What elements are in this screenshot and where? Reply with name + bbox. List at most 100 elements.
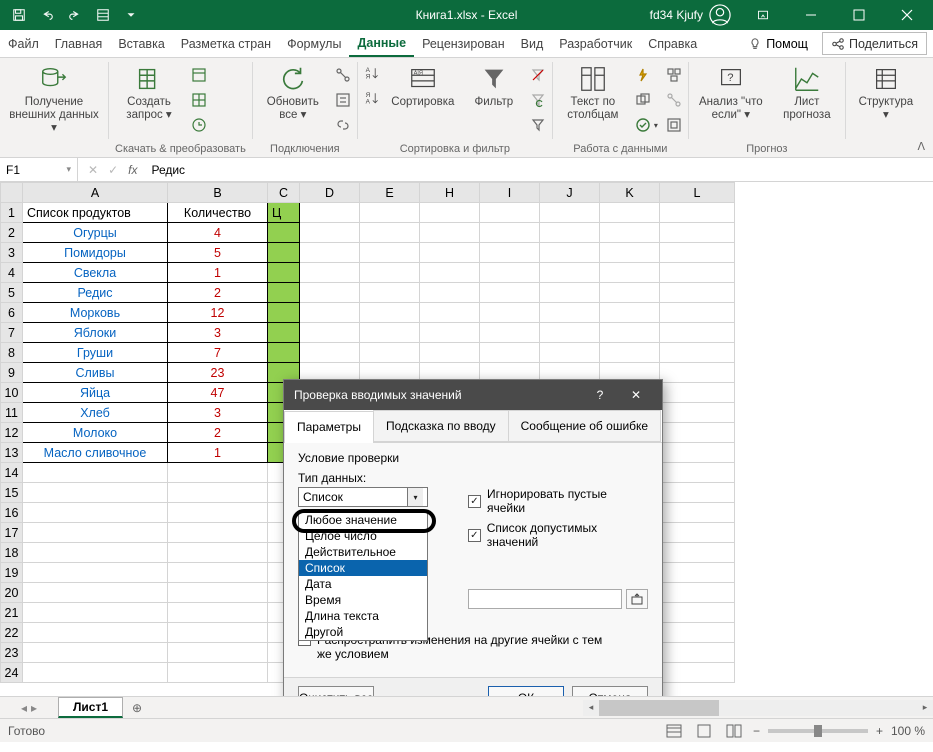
cell[interactable]: 23 — [168, 363, 268, 383]
cell[interactable]: Яблоки — [23, 323, 168, 343]
add-sheet-button[interactable]: ⊕ — [123, 701, 151, 715]
column-header[interactable]: I — [480, 183, 540, 203]
cell[interactable]: Ц — [268, 203, 300, 223]
column-header[interactable]: E — [360, 183, 420, 203]
cell[interactable] — [23, 563, 168, 583]
cell[interactable] — [480, 243, 540, 263]
row-header[interactable]: 20 — [1, 583, 23, 603]
row-header[interactable]: 21 — [1, 603, 23, 623]
recent-sources-button[interactable] — [191, 114, 207, 136]
tab-page-layout[interactable]: Разметка стран — [173, 30, 279, 57]
cancel-formula-icon[interactable]: ✕ — [88, 163, 98, 177]
horizontal-scrollbar[interactable]: ◂▸ — [583, 700, 933, 716]
cell[interactable] — [420, 323, 480, 343]
cell[interactable] — [660, 243, 735, 263]
column-header[interactable]: A — [23, 183, 168, 203]
page-layout-view-button[interactable] — [693, 722, 715, 740]
row-header[interactable]: 10 — [1, 383, 23, 403]
cell[interactable]: Свекла — [23, 263, 168, 283]
cell[interactable] — [660, 283, 735, 303]
cell[interactable] — [480, 223, 540, 243]
row-header[interactable]: 18 — [1, 543, 23, 563]
cell[interactable] — [540, 303, 600, 323]
cell[interactable] — [168, 643, 268, 663]
cell[interactable] — [300, 323, 360, 343]
row-header[interactable]: 6 — [1, 303, 23, 323]
clear-filter-button[interactable] — [530, 64, 546, 86]
cell[interactable] — [600, 223, 660, 243]
cell[interactable] — [168, 523, 268, 543]
cell[interactable] — [660, 543, 735, 563]
properties-button[interactable] — [335, 89, 351, 111]
maximize-button[interactable] — [837, 0, 881, 30]
cell[interactable]: Масло сливочное — [23, 443, 168, 463]
ribbon-options-icon[interactable] — [741, 0, 785, 30]
cell[interactable] — [23, 623, 168, 643]
cell[interactable] — [23, 503, 168, 523]
cell[interactable] — [660, 663, 735, 683]
cell[interactable] — [480, 303, 540, 323]
consolidate-button[interactable] — [666, 64, 682, 86]
cell[interactable] — [600, 323, 660, 343]
cell[interactable] — [660, 503, 735, 523]
outline-button[interactable]: Структура ▾ — [852, 60, 920, 122]
cell[interactable] — [168, 663, 268, 683]
cell[interactable] — [168, 563, 268, 583]
cell[interactable] — [168, 603, 268, 623]
zoom-out-button[interactable]: − — [753, 724, 760, 738]
cell[interactable] — [420, 283, 480, 303]
cell[interactable] — [480, 203, 540, 223]
cell[interactable] — [300, 243, 360, 263]
cell[interactable] — [23, 523, 168, 543]
cell[interactable] — [600, 303, 660, 323]
cell[interactable] — [268, 283, 300, 303]
row-header[interactable]: 14 — [1, 463, 23, 483]
cell[interactable] — [420, 243, 480, 263]
cell[interactable] — [168, 543, 268, 563]
cell[interactable] — [600, 283, 660, 303]
undo-icon[interactable] — [34, 2, 60, 28]
row-header[interactable]: 19 — [1, 563, 23, 583]
dialog-tab-parameters[interactable]: Параметры — [284, 411, 374, 443]
cell[interactable]: 2 — [168, 283, 268, 303]
page-break-view-button[interactable] — [723, 722, 745, 740]
cell[interactable] — [420, 343, 480, 363]
relationships-button[interactable] — [666, 89, 682, 111]
tab-file[interactable]: Файл — [0, 30, 47, 57]
cell[interactable] — [660, 523, 735, 543]
cell[interactable]: 5 — [168, 243, 268, 263]
flash-fill-button[interactable] — [635, 64, 658, 86]
dropdown-option[interactable]: Любое значение — [299, 512, 427, 528]
cell[interactable] — [360, 243, 420, 263]
cell[interactable] — [268, 343, 300, 363]
cell[interactable] — [660, 463, 735, 483]
cell[interactable] — [540, 283, 600, 303]
cell[interactable] — [660, 443, 735, 463]
cell[interactable] — [360, 343, 420, 363]
cell[interactable] — [540, 223, 600, 243]
type-dropdown[interactable]: Любое значениеЦелое числоДействительноеС… — [298, 511, 428, 641]
tell-me[interactable]: Помощ — [740, 30, 816, 57]
cell[interactable] — [168, 463, 268, 483]
cell[interactable]: Сливы — [23, 363, 168, 383]
zoom-in-button[interactable]: + — [876, 724, 883, 738]
row-header[interactable]: 7 — [1, 323, 23, 343]
tab-home[interactable]: Главная — [47, 30, 111, 57]
cell[interactable] — [660, 603, 735, 623]
cell[interactable] — [420, 203, 480, 223]
dropdown-option[interactable]: Длина текста — [299, 608, 427, 624]
cell[interactable]: Морковь — [23, 303, 168, 323]
cell[interactable] — [23, 543, 168, 563]
cell[interactable] — [168, 583, 268, 603]
cell[interactable] — [660, 263, 735, 283]
cell[interactable] — [300, 203, 360, 223]
text-to-columns-button[interactable]: Текст по столбцам — [559, 60, 627, 122]
collapse-ribbon-icon[interactable]: ᐱ — [917, 140, 925, 153]
zoom-level[interactable]: 100 % — [891, 724, 925, 738]
cell[interactable] — [540, 263, 600, 283]
dropdown-option[interactable]: Время — [299, 592, 427, 608]
cell[interactable] — [360, 303, 420, 323]
filter-button[interactable]: Фильтр — [466, 60, 522, 109]
in-cell-dropdown-checkbox[interactable]: ✓ Список допустимых значений — [468, 521, 648, 549]
normal-view-button[interactable] — [663, 722, 685, 740]
